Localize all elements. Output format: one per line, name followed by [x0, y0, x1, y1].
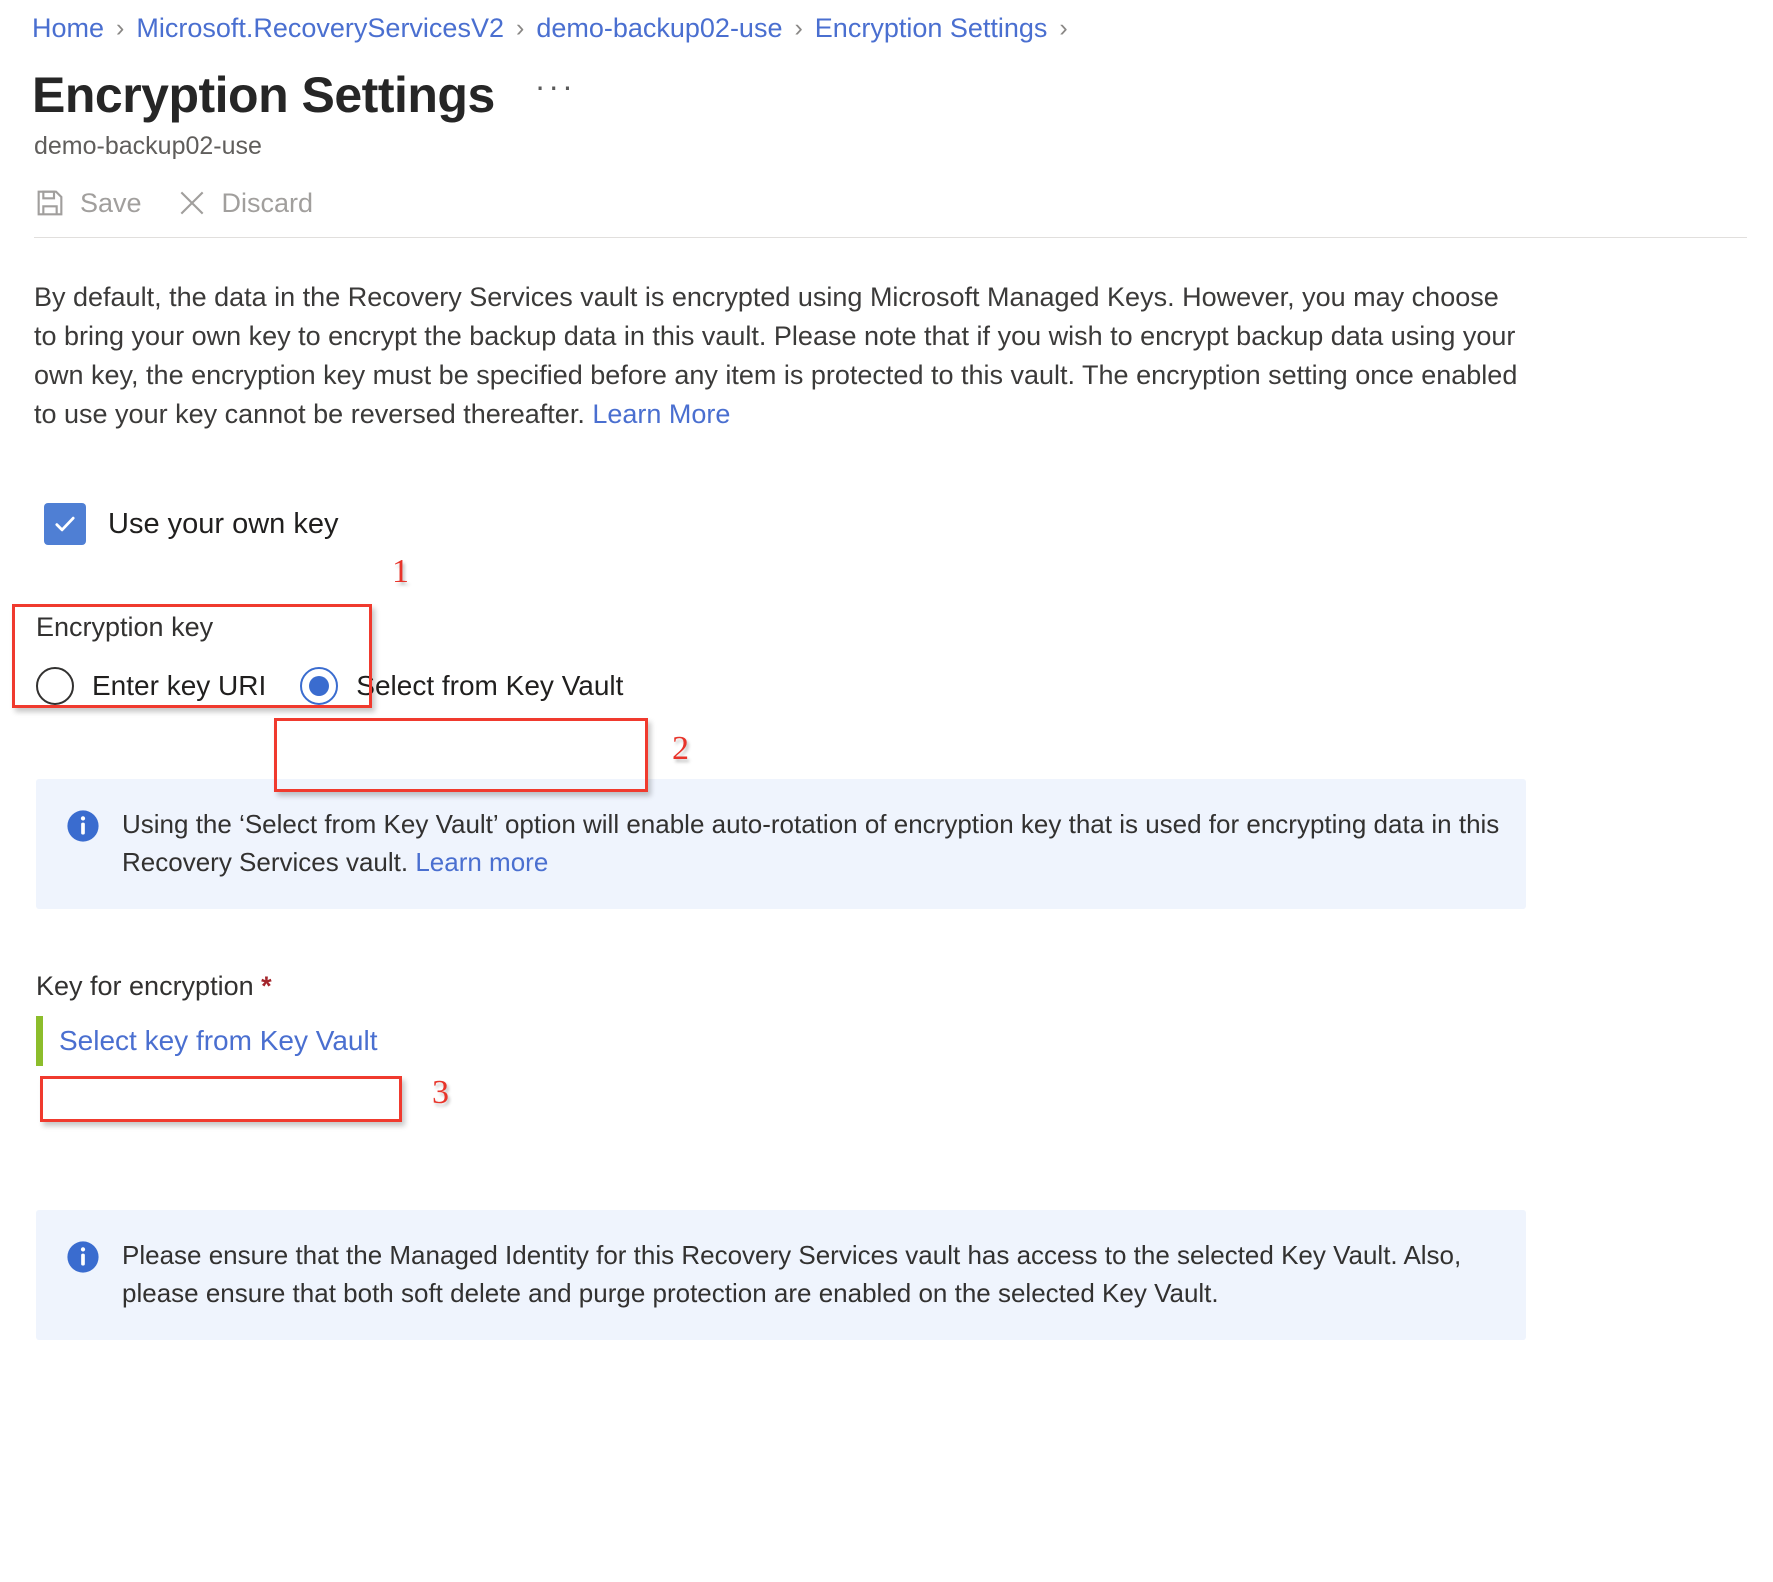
radio-enter-key-uri-label: Enter key URI: [92, 670, 267, 702]
radio-select-from-key-vault-label: Select from Key Vault: [356, 670, 624, 702]
page-header: Encryption Settings ···: [0, 44, 1773, 124]
use-own-key-checkbox-row[interactable]: Use your own key: [0, 472, 1773, 576]
radio-select-from-key-vault-circle-icon: [300, 667, 339, 706]
command-bar: Save Discard: [34, 187, 1747, 239]
more-options-button[interactable]: ···: [535, 70, 576, 120]
breadcrumb-separator-icon: ›: [1059, 14, 1068, 43]
info-icon: [66, 1240, 100, 1312]
description-text: By default, the data in the Recovery Ser…: [34, 282, 1518, 430]
radio-selected-dot-icon: [309, 676, 330, 697]
use-own-key-section: Use your own key: [0, 472, 1773, 576]
required-marker: *: [261, 971, 272, 1002]
breadcrumb: Home › Microsoft.RecoveryServicesV2 › de…: [0, 0, 1773, 44]
save-button-label: Save: [80, 187, 142, 218]
breadcrumb-separator-icon: ›: [794, 14, 803, 43]
info-banner-auto-rotation-text: Using the ‘Select from Key Vault’ option…: [122, 805, 1500, 881]
discard-button[interactable]: Discard: [176, 187, 314, 219]
save-icon: [34, 187, 66, 219]
close-icon: [176, 187, 208, 219]
breadcrumb-separator-icon: ›: [116, 14, 125, 43]
radio-enter-key-uri[interactable]: Enter key URI: [36, 667, 267, 706]
save-button[interactable]: Save: [34, 187, 142, 219]
breadcrumb-item-home[interactable]: Home: [32, 12, 104, 44]
key-for-encryption-field[interactable]: Select key from Key Vault: [36, 1016, 1773, 1067]
description-paragraph: By default, the data in the Recovery Ser…: [34, 278, 1524, 434]
annotation-number-2: 2: [672, 730, 689, 767]
info-banner-auto-rotation: Using the ‘Select from Key Vault’ option…: [36, 779, 1526, 910]
checkmark-icon: [55, 517, 75, 532]
page-subtitle: demo-backup02-use: [34, 132, 262, 161]
info-banner-managed-identity-text: Please ensure that the Managed Identity …: [122, 1240, 1462, 1309]
info-icon: [66, 809, 100, 881]
info-banner-top-learn-more-link[interactable]: Learn more: [415, 847, 548, 877]
radio-enter-key-uri-circle-icon: [36, 667, 74, 706]
annotation-number-3: 3: [432, 1074, 449, 1111]
key-for-encryption-section: Key for encryption * Select key from Key…: [0, 971, 1773, 1067]
breadcrumb-item-encryption-settings[interactable]: Encryption Settings: [815, 12, 1048, 44]
select-key-from-key-vault-link[interactable]: Select key from Key Vault: [43, 1016, 378, 1066]
use-own-key-checkbox[interactable]: [44, 503, 86, 546]
radio-select-from-key-vault[interactable]: Select from Key Vault: [300, 667, 624, 706]
key-for-encryption-label-text: Key for encryption: [36, 971, 262, 1002]
encryption-key-label: Encryption key: [36, 612, 214, 643]
key-for-encryption-label: Key for encryption *: [36, 971, 1773, 1002]
page-title: Encryption Settings: [32, 67, 495, 124]
learn-more-link[interactable]: Learn More: [592, 399, 730, 429]
breadcrumb-separator-icon: ›: [515, 14, 525, 43]
info-banner-top-body: Using the ‘Select from Key Vault’ option…: [122, 809, 1500, 878]
annotation-box-3: [40, 1076, 402, 1122]
encryption-key-radio-group: Enter key URI Select from Key Vault: [36, 649, 1773, 723]
info-banner-managed-identity: Please ensure that the Managed Identity …: [36, 1210, 1526, 1341]
use-own-key-label: Use your own key: [108, 507, 339, 540]
validation-indicator-bar: [36, 1016, 43, 1067]
breadcrumb-item-vault[interactable]: demo-backup02-use: [536, 12, 782, 44]
discard-button-label: Discard: [221, 187, 314, 218]
breadcrumb-item-provider[interactable]: Microsoft.RecoveryServicesV2: [136, 12, 504, 44]
